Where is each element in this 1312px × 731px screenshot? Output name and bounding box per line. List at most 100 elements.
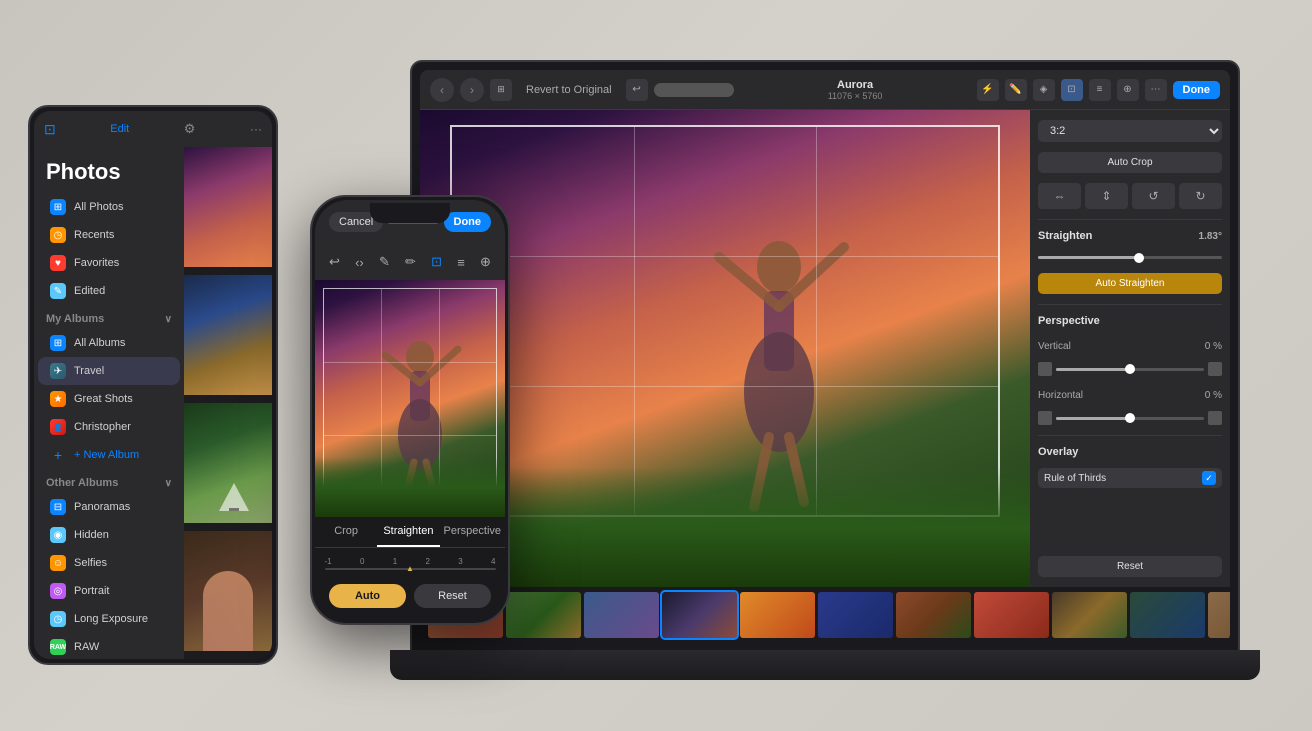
mac-more-icon[interactable]: ⊕	[1117, 79, 1139, 101]
mac-extension-icon[interactable]: ◈	[1033, 79, 1055, 101]
iphone-crop-icon[interactable]: ⊡	[431, 254, 442, 270]
sidebar-item-selfies[interactable]: ☺ Selfies	[38, 549, 180, 577]
mac-share-icon[interactable]: ⋯	[1145, 79, 1167, 101]
sidebar-item-long-exposure[interactable]: ◷ Long Exposure	[38, 605, 180, 633]
mac-revert-button[interactable]: Revert to Original	[518, 81, 620, 99]
overlay-select-row[interactable]: Rule of Thirds ✓	[1038, 468, 1222, 488]
ipad-sidebar: Photos ⊞ All Photos ◷ Recents ♥ Favorite…	[34, 147, 184, 659]
sidebar-item-great-shots[interactable]: ★ Great Shots	[38, 385, 180, 413]
ipad-photo-4[interactable]	[184, 531, 272, 651]
ipad-edit-button[interactable]: Edit	[110, 123, 129, 135]
horizontal-slider[interactable]	[1056, 417, 1204, 420]
mac-reset-button[interactable]: Reset	[1038, 556, 1222, 577]
filmstrip-thumb-7[interactable]	[896, 592, 971, 638]
horizontal-thumb[interactable]	[1125, 413, 1135, 423]
other-albums-chevron[interactable]: ∨	[165, 478, 172, 489]
crop-overlay[interactable]	[450, 125, 1000, 517]
iphone-auto-button[interactable]: Auto	[329, 584, 406, 608]
landscape-overlay	[420, 467, 1030, 587]
rotate-left-button[interactable]: ↺	[1132, 183, 1175, 209]
sidebar-item-new-album[interactable]: + + New Album	[38, 441, 180, 469]
auto-crop-button[interactable]: Auto Crop	[1038, 152, 1222, 173]
iphone-bottom-controls: Crop Straighten Perspective -1 0 1 2 3 4	[315, 517, 505, 620]
horizontal-value: 0 %	[1205, 390, 1222, 401]
filmstrip-thumb-5[interactable]	[740, 592, 815, 638]
straighten-thumb[interactable]	[1134, 253, 1144, 263]
ipad-more-button[interactable]: ···	[250, 122, 262, 136]
sidebar-item-recents[interactable]: ◷ Recents	[38, 221, 180, 249]
ipad-photo-1[interactable]	[184, 147, 272, 267]
filmstrip-thumb-2[interactable]	[506, 592, 581, 638]
mac-undo-icon[interactable]: ↩	[626, 79, 648, 101]
mac-crop-icon[interactable]: ⊡	[1061, 79, 1083, 101]
iphone-brush-icon[interactable]: ✎	[379, 254, 390, 270]
raw-icon: RAW	[50, 639, 66, 655]
ipad-layout-icon[interactable]: ⊡	[44, 121, 56, 138]
aspect-ratio-select[interactable]: 3:2 4:3 16:9 1:1	[1038, 120, 1222, 142]
sidebar-label-portrait: Portrait	[74, 585, 109, 597]
sidebar-item-travel[interactable]: ✈ Travel	[38, 357, 180, 385]
iphone-tab-perspective[interactable]: Perspective	[440, 517, 505, 547]
straighten-slider[interactable]	[1038, 256, 1222, 259]
mac-view-icon[interactable]: ⊞	[490, 79, 512, 101]
vertical-icon	[1038, 362, 1052, 376]
filmstrip-thumb-4[interactable]	[662, 592, 737, 638]
mac-toolbar-right: ⚡ ✏️ ◈ ⊡ ≡ ⊕ ⋯ Done	[977, 79, 1221, 101]
ipad-screen: ⊡ Edit ⚙ ··· Photos ⊞ All Photos	[34, 111, 272, 659]
iphone-reset-button[interactable]: Reset	[414, 584, 491, 608]
sidebar-item-christopher[interactable]: 👤 Christopher	[38, 413, 180, 441]
flip-vertical-button[interactable]: ⇕	[1085, 183, 1128, 209]
iphone-done-button[interactable]: Done	[444, 212, 492, 232]
mac-filter-icon[interactable]: ≡	[1089, 79, 1111, 101]
iphone-pencil-icon[interactable]: ✏	[405, 254, 416, 270]
iphone-ruler: -1 0 1 2 3 4 ▲	[315, 548, 505, 578]
iphone-tab-straighten[interactable]: Straighten	[377, 517, 439, 547]
flip-rotate-row: ⇔ ⇕ ↺ ↻	[1038, 183, 1222, 209]
mac-markup-icon[interactable]: ✏️	[1005, 79, 1027, 101]
filmstrip-thumb-3[interactable]	[584, 592, 659, 638]
mac-forward-button[interactable]: ›	[460, 78, 484, 102]
mac-done-button[interactable]: Done	[1173, 81, 1221, 99]
horizontal-label: Horizontal	[1038, 390, 1083, 401]
perspective-label: Perspective	[1038, 315, 1222, 327]
ipad-photo-3[interactable]	[184, 403, 272, 523]
iphone-code-icon[interactable]: ‹›	[355, 255, 364, 270]
sidebar-label-panoramas: Panoramas	[74, 501, 130, 513]
vertical-thumb[interactable]	[1125, 364, 1135, 374]
auto-straighten-button[interactable]: Auto Straighten	[1038, 273, 1222, 294]
iphone-tab-crop[interactable]: Crop	[315, 517, 377, 547]
sidebar-item-portrait[interactable]: ◎ Portrait	[38, 577, 180, 605]
iphone-more-icon[interactable]: ⊕	[480, 254, 491, 270]
sidebar-item-all-albums[interactable]: ⊞ All Albums	[38, 329, 180, 357]
filmstrip-thumb-9[interactable]	[1052, 592, 1127, 638]
horizontal-slider-row	[1038, 411, 1222, 425]
sidebar-item-raw[interactable]: RAW RAW	[38, 633, 180, 659]
sidebar-item-edited[interactable]: ✎ Edited	[38, 277, 180, 305]
mac-slider[interactable]	[654, 83, 734, 97]
flip-horizontal-button[interactable]: ⇔	[1038, 183, 1081, 209]
iphone-undo-icon[interactable]: ↩	[329, 254, 340, 270]
sidebar-item-hidden[interactable]: ◉ Hidden	[38, 521, 180, 549]
sidebar-item-favorites[interactable]: ♥ Favorites	[38, 249, 180, 277]
mac-photo-dimensions: 11076 × 5760	[742, 91, 969, 101]
iphone-filter-icon[interactable]: ≡	[457, 255, 465, 270]
filmstrip-thumb-8[interactable]	[974, 592, 1049, 638]
filmstrip-thumb-6[interactable]	[818, 592, 893, 638]
mac-back-button[interactable]: ‹	[430, 78, 454, 102]
rotate-right-button[interactable]: ↻	[1179, 183, 1222, 209]
panel-spacer	[1038, 498, 1222, 546]
overlay-checkbox[interactable]: ✓	[1202, 471, 1216, 485]
sidebar-item-panoramas[interactable]: ⊟ Panoramas	[38, 493, 180, 521]
straighten-value: 1.83°	[1199, 231, 1222, 242]
vertical-row: Vertical 0 %	[1038, 341, 1222, 352]
my-albums-chevron[interactable]: ∨	[165, 314, 172, 325]
mac-adjust-icon[interactable]: ⚡	[977, 79, 999, 101]
ipad-photo-2[interactable]	[184, 275, 272, 395]
sidebar-item-all-photos[interactable]: ⊞ All Photos	[38, 193, 180, 221]
ipad-settings-icon[interactable]: ⚙	[184, 121, 196, 137]
sidebar-label-travel: Travel	[74, 365, 104, 377]
filmstrip-thumb-10[interactable]	[1130, 592, 1205, 638]
vertical-slider[interactable]	[1056, 368, 1204, 371]
filmstrip-thumb-11[interactable]	[1208, 592, 1230, 638]
iphone-ruler-track[interactable]: ▲	[325, 568, 496, 570]
